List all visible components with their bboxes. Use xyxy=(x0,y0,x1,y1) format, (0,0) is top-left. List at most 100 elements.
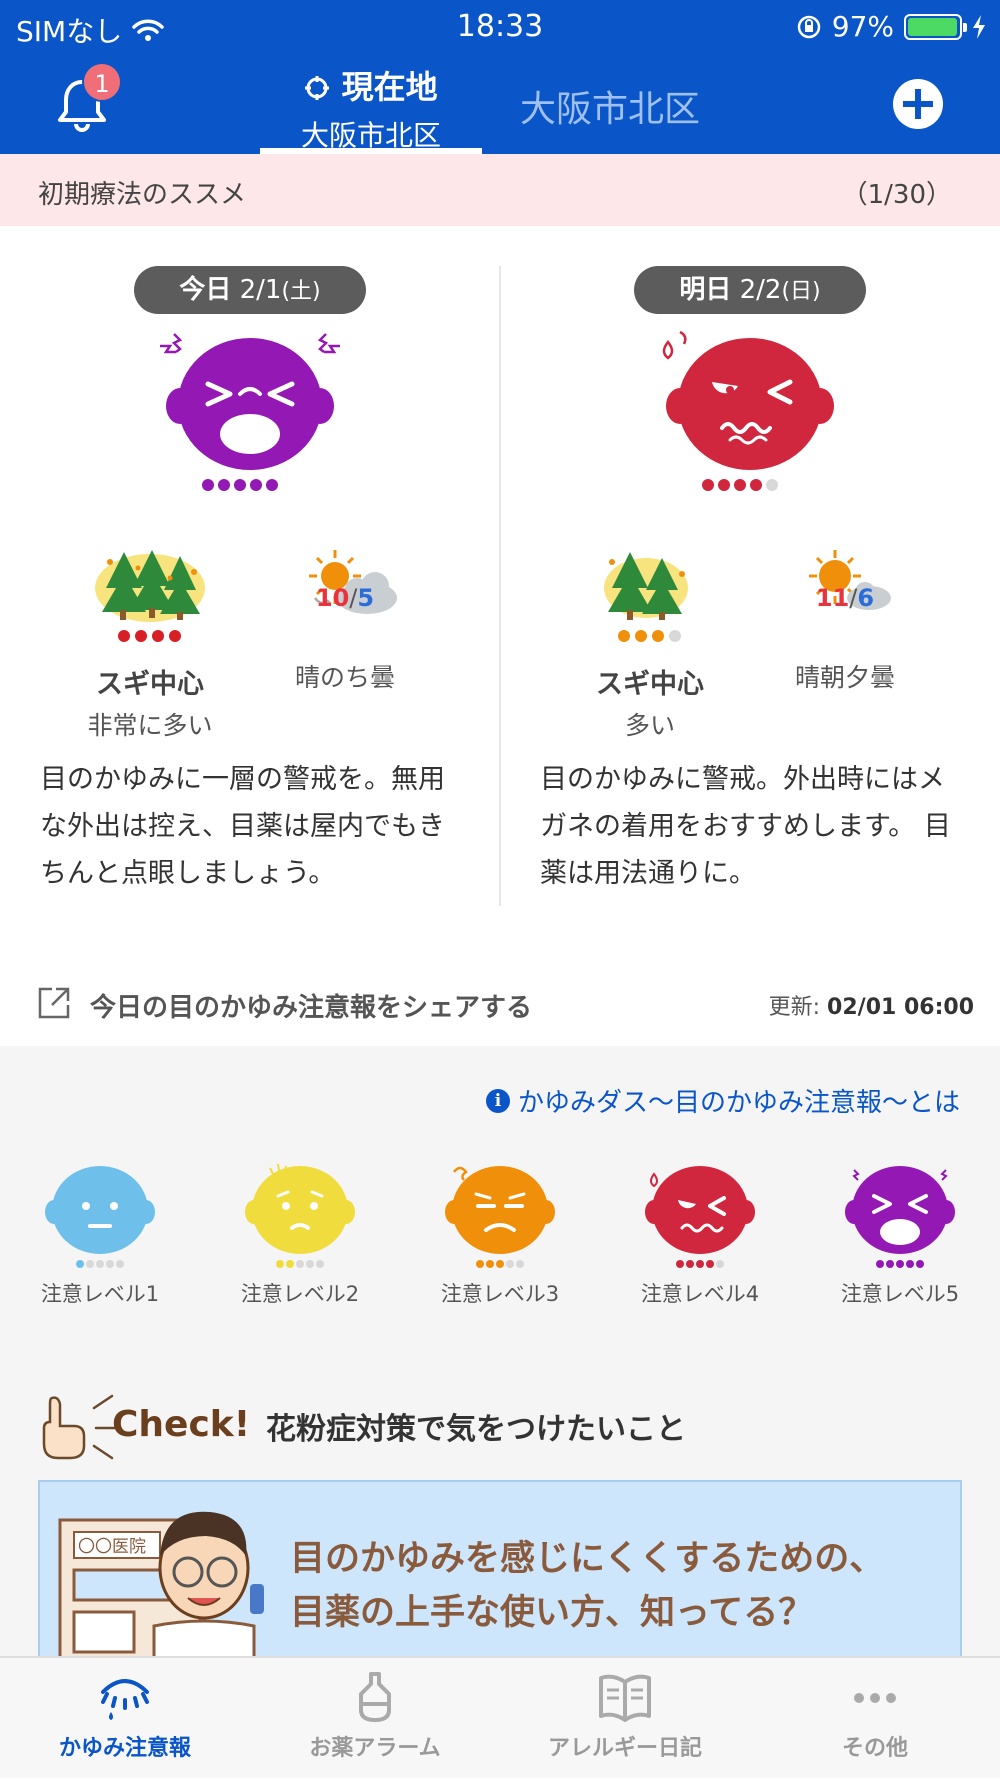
level-dot xyxy=(696,1260,704,1268)
level-2: 注意レベル2 xyxy=(220,1162,380,1306)
charging-icon xyxy=(973,14,985,39)
doctor-illustration-icon: 〇〇医院 xyxy=(58,1511,264,1658)
pollen-dots-tomorrow xyxy=(618,630,681,642)
share-icon[interactable] xyxy=(36,985,72,1021)
level-dot xyxy=(702,479,714,491)
level-dot xyxy=(734,479,746,491)
level-dot xyxy=(135,630,147,642)
level-4: 注意レベル4 xyxy=(620,1162,780,1306)
level-label: 注意レベル4 xyxy=(640,1282,760,1306)
face-level4-icon xyxy=(645,1166,755,1268)
level-dot xyxy=(169,630,181,642)
pollen-title-today: スギ中心 xyxy=(96,669,204,700)
notice-page: （1/30） xyxy=(841,180,952,210)
itch-face-level5-icon xyxy=(160,333,340,470)
level-dot xyxy=(286,1260,294,1268)
level-dot xyxy=(676,1260,684,1268)
battery-icon xyxy=(904,13,967,40)
notice-banner[interactable]: 初期療法のススメ （1/30） xyxy=(0,154,1000,226)
check-title: 花粉症対策で気をつけたいこと xyxy=(266,1412,686,1447)
level-dot xyxy=(635,630,647,642)
level-dot xyxy=(276,1260,284,1268)
itch-level-dots-tomorrow xyxy=(702,479,778,491)
face-level5-icon xyxy=(845,1166,955,1268)
banner-line2: 目薬の上手な使い方、知ってる？ xyxy=(290,1593,814,1633)
level-dot xyxy=(652,630,664,642)
level-dot xyxy=(876,1260,884,1268)
tips-banner[interactable]: 〇〇医院 目のかゆみを感じにくくするための、 目薬の上手な使い方、知ってる？ xyxy=(38,1480,962,1660)
about-link-label: かゆみダス〜目のかゆみ注意報〜とは xyxy=(517,1088,960,1118)
nav-medicine-alarm[interactable]: お薬アラーム xyxy=(250,1658,500,1778)
pollen-dots-today xyxy=(118,630,181,642)
temp-high: 10 xyxy=(315,584,350,612)
about-link[interactable]: i かゆみダス〜目のかゆみ注意報〜とは xyxy=(485,1082,960,1119)
nav-label: かゆみ注意報 xyxy=(58,1736,191,1761)
nav-label: アレルギー日記 xyxy=(547,1736,702,1761)
level-dot xyxy=(234,479,246,491)
banner-line1: 目のかゆみを感じにくくするための、 xyxy=(290,1539,885,1579)
level-guide-section: i かゆみダス〜目のかゆみ注意報〜とは 注意レベル1 注意レベル2 注意レベル3… xyxy=(0,1046,1000,1660)
level-dot xyxy=(152,630,164,642)
temp-low: 6 xyxy=(857,584,875,612)
level-dot xyxy=(266,479,278,491)
level-dot xyxy=(118,630,130,642)
level-dot xyxy=(250,479,262,491)
level-label: 注意レベル1 xyxy=(40,1282,160,1306)
share-label[interactable]: 今日の目のかゆみ注意報をシェアする xyxy=(90,987,532,1024)
level-dot xyxy=(306,1260,314,1268)
level-dot xyxy=(706,1260,714,1268)
date-pill-tomorrow: 明日 2/2(日) xyxy=(634,266,866,314)
level-dot xyxy=(296,1260,304,1268)
add-location-button[interactable] xyxy=(893,79,943,129)
level-dot xyxy=(718,479,730,491)
pollen-level-tomorrow: 多い xyxy=(624,711,675,740)
divider xyxy=(499,266,501,906)
forecast-tomorrow: 明日 2/2(日) 11/6 スギ中心 多い 晴朝夕曇 目のかゆみに警戒。外出時… xyxy=(520,266,980,906)
level-label: 注意レベル2 xyxy=(240,1282,360,1306)
level-dot xyxy=(669,630,681,642)
itch-face-level4-icon xyxy=(662,330,834,470)
level-dot xyxy=(886,1260,894,1268)
level-dot xyxy=(618,630,630,642)
temp-high: 11 xyxy=(815,584,850,612)
level-dot xyxy=(516,1260,524,1268)
pointing-hand-icon xyxy=(42,1394,118,1460)
weather-today: 晴のち曇 xyxy=(294,663,395,692)
level-5: 注意レベル5 xyxy=(820,1162,980,1306)
nav-more[interactable]: その他 xyxy=(750,1658,1000,1778)
tab-current-location[interactable]: 現在地 大阪市北区 xyxy=(260,56,482,154)
current-location-icon xyxy=(305,76,330,100)
level-label: 注意レベル3 xyxy=(440,1282,560,1306)
level-dot xyxy=(486,1260,494,1268)
forecast-today: 今日 2/1(土) 10/5 スギ中心 非常に多い 晴のち曇 目のかゆみに一層の… xyxy=(20,266,480,906)
level-3: 注意レベル3 xyxy=(420,1162,580,1306)
level-label: 注意レベル5 xyxy=(840,1282,960,1306)
level-dot xyxy=(316,1260,324,1268)
nav-itch-alert[interactable]: かゆみ注意報 xyxy=(0,1658,250,1778)
level-dot xyxy=(716,1260,724,1268)
nav-allergy-diary[interactable]: アレルギー日記 xyxy=(500,1658,750,1778)
level-dot xyxy=(116,1260,124,1268)
check-badge: Check! xyxy=(112,1404,251,1445)
share-row[interactable]: 今日の目のかゆみ注意報をシェアする 更新: 02/01 06:00 xyxy=(0,965,1000,1045)
cedar-pollen-icon xyxy=(95,550,205,642)
check-header: Check! 花粉症対策で気をつけたいこと xyxy=(38,1390,968,1470)
face-level1-icon xyxy=(45,1166,155,1268)
eye-itch-icon xyxy=(101,1679,149,1720)
cedar-pollen-icon xyxy=(604,552,688,642)
notification-badge: 1 xyxy=(82,62,122,102)
level-1: 注意レベル1 xyxy=(20,1162,180,1306)
level-dot xyxy=(106,1260,114,1268)
temperature-today: 10/5 xyxy=(315,584,375,612)
svg-text:〇〇医院: 〇〇医院 xyxy=(78,1537,146,1557)
bottom-nav: かゆみ注意報 お薬アラーム アレルギー日記 その他 xyxy=(0,1656,1000,1778)
header: 1 現在地 大阪市北区 大阪市北区 xyxy=(0,52,1000,154)
tab-osaka-kita[interactable]: 大阪市北区 xyxy=(520,80,700,132)
level-dot xyxy=(506,1260,514,1268)
notice-text: 初期療法のススメ xyxy=(38,180,247,210)
advice-tomorrow: 目のかゆみに警戒。外出時にはメガネの着用をおすすめします。 目薬は用法通りに。 xyxy=(540,764,951,889)
battery-percent: 97% xyxy=(831,10,894,43)
face-level2-icon xyxy=(245,1163,355,1268)
weather-tomorrow: 晴朝夕曇 xyxy=(794,663,895,692)
level-dot xyxy=(916,1260,924,1268)
